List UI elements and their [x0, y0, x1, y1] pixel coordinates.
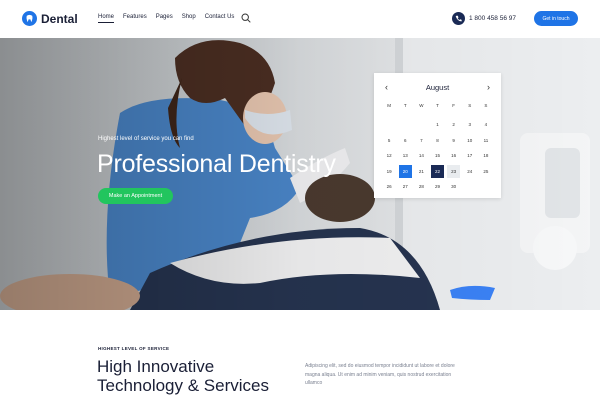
phone-icon: [452, 12, 465, 25]
calendar-day[interactable]: 24: [463, 165, 476, 178]
calendar-day[interactable]: 20: [398, 165, 412, 178]
weekday-label: S: [484, 103, 488, 108]
calendar-day[interactable]: 27: [399, 181, 412, 194]
tooth-icon: [22, 11, 37, 26]
weekday-label: S: [468, 103, 472, 108]
calendar-empty-cell: [383, 119, 396, 132]
weekday-label: W: [419, 103, 424, 108]
calendar-day[interactable]: 7: [415, 134, 428, 147]
hero-section: Highest level of service you can find Pr…: [0, 38, 600, 310]
calendar-day[interactable]: 29: [431, 181, 444, 194]
get-in-touch-button[interactable]: Get in touch: [534, 11, 578, 26]
calendar-day[interactable]: 11: [479, 134, 492, 147]
calendar-day[interactable]: 30: [447, 181, 460, 194]
calendar-day[interactable]: 16: [447, 150, 460, 163]
nav-item-contact[interactable]: Contact Us: [205, 14, 235, 23]
hero-subtitle: Highest level of service you can find: [98, 136, 194, 142]
calendar-day[interactable]: 9: [447, 134, 460, 147]
calendar-month: August: [425, 83, 450, 92]
calendar-day[interactable]: 18: [479, 150, 492, 163]
section-title-line1: High Innovative: [97, 357, 215, 376]
calendar-day[interactable]: 14: [415, 150, 428, 163]
calendar-day[interactable]: 15: [431, 150, 444, 163]
calendar-empty-cell: [399, 119, 412, 132]
calendar-weekdays: M T W T F S S: [381, 103, 494, 108]
chevron-right-icon[interactable]: ›: [487, 82, 490, 92]
calendar-day[interactable]: 13: [399, 150, 412, 163]
calendar-day[interactable]: 6: [399, 134, 412, 147]
calendar-day[interactable]: 12: [383, 150, 396, 163]
weekday-label: M: [387, 103, 391, 108]
appointment-calendar: ‹ August › M T W T F S S 1 2 3 4 5 6 7 8 9 10 11 12…: [374, 73, 501, 198]
calendar-header: ‹ August ›: [374, 81, 501, 95]
weekday-label: T: [436, 103, 439, 108]
calendar-day[interactable]: 22: [430, 165, 445, 178]
phone-number[interactable]: 1 800 458 56 97: [469, 15, 516, 22]
calendar-day[interactable]: 21: [415, 165, 428, 178]
calendar-day[interactable]: 23: [447, 165, 461, 178]
calendar-day[interactable]: 10: [463, 134, 476, 147]
make-appointment-button[interactable]: Make an Appointment: [98, 188, 173, 204]
section-title: High Innovative Technology & Services: [97, 357, 269, 395]
calendar-day[interactable]: 8: [431, 134, 444, 147]
hero-title: Professional Dentistry: [97, 150, 336, 178]
calendar-day[interactable]: 5: [383, 134, 396, 147]
nav-item-features[interactable]: Features: [123, 14, 147, 23]
main-nav: Home Features Pages Shop Contact Us: [98, 14, 234, 23]
calendar-empty-cell: [415, 119, 428, 132]
weekday-label: F: [452, 103, 455, 108]
calendar-day[interactable]: 19: [383, 165, 396, 178]
section-text: Adipiscing elit, sed do eiusmod tempor i…: [305, 363, 455, 386]
calendar-day[interactable]: 2: [447, 119, 460, 132]
nav-item-shop[interactable]: Shop: [182, 14, 196, 23]
logo-text: Dental: [41, 11, 78, 26]
site-header: Dental Home Features Pages Shop Contact …: [0, 0, 600, 38]
calendar-day[interactable]: 25: [479, 165, 492, 178]
section-kicker: HIGHEST LEVEL OF SERVICE: [98, 346, 170, 351]
search-icon[interactable]: [241, 13, 251, 23]
calendar-day[interactable]: 1: [431, 119, 444, 132]
calendar-day[interactable]: 26: [383, 181, 396, 194]
calendar-empty-cell: [479, 181, 492, 194]
section-title-line2: Technology & Services: [97, 376, 269, 395]
weekday-label: T: [403, 103, 407, 108]
logo[interactable]: Dental: [22, 11, 78, 26]
calendar-day[interactable]: 3: [463, 119, 476, 132]
calendar-day[interactable]: 4: [479, 119, 492, 132]
calendar-days: 1 2 3 4 5 6 7 8 9 10 11 12 13 14 15 16 17 18 19 20 21 22 23 24 2…: [381, 117, 494, 195]
calendar-empty-cell: [463, 181, 476, 194]
calendar-day[interactable]: 28: [415, 181, 428, 194]
nav-item-pages[interactable]: Pages: [156, 14, 173, 23]
calendar-day[interactable]: 17: [463, 150, 476, 163]
nav-item-home[interactable]: Home: [98, 14, 115, 23]
